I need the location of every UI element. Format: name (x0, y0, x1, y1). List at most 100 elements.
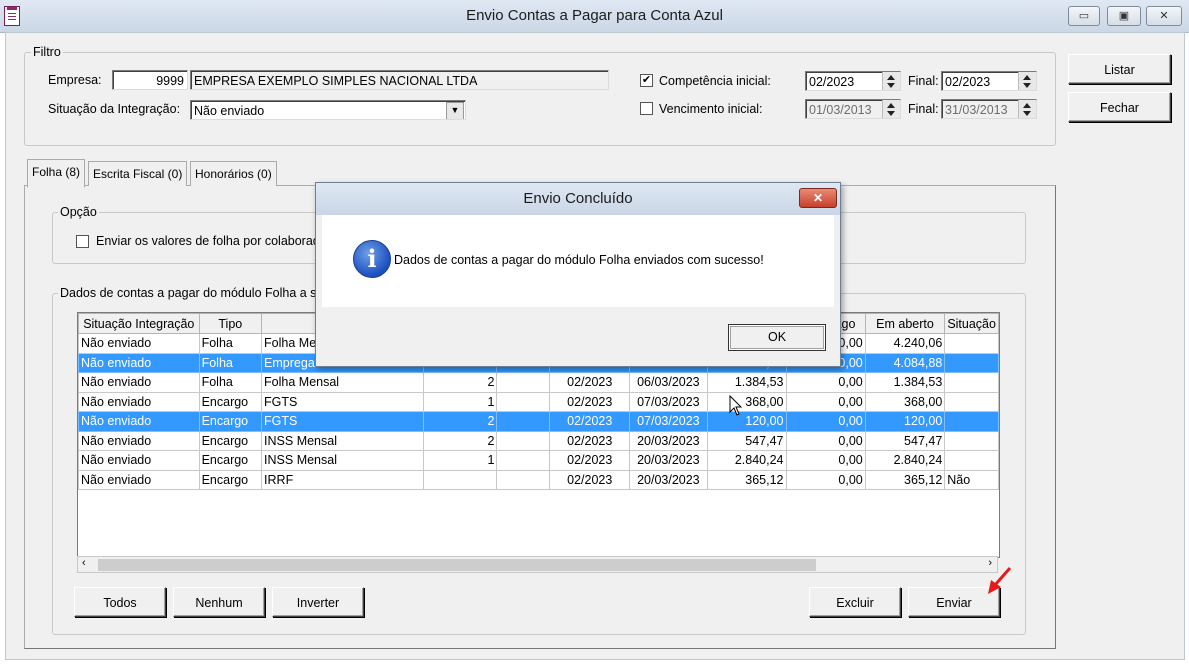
situacao-value: Não enviado (194, 104, 265, 118)
listar-button[interactable]: Listar (1068, 54, 1171, 84)
table-cell (944, 450, 999, 471)
table-cell: Encargo (198, 411, 263, 432)
table-cell: Não enviado (78, 450, 200, 471)
ok-button[interactable]: OK (728, 324, 826, 351)
inverter-button[interactable]: Inverter (272, 587, 364, 617)
chevron-down-icon[interactable]: ▼ (446, 102, 464, 119)
competencia-inicial-spinner[interactable] (882, 72, 900, 90)
info-icon: i (353, 240, 391, 278)
table-cell: 0,00 (785, 391, 866, 412)
horizontal-scrollbar[interactable]: ‹ › (77, 556, 998, 573)
table-cell: 2 (422, 411, 498, 432)
excluir-button[interactable]: Excluir (809, 587, 901, 617)
table-cell: IRRF (261, 469, 424, 490)
table-cell: 07/03/2023 (629, 391, 708, 412)
table-cell: 02/2023 (549, 411, 631, 432)
competencia-final-label: Final: (908, 74, 939, 88)
table-cell: Folha (198, 352, 263, 373)
table-row[interactable]: Não enviado Folha Folha Mensal 2 02/2023 06/0… (78, 372, 999, 393)
table-row[interactable]: Não enviado Encargo FGTS 2 02/2023 07/03/2023… (78, 411, 999, 432)
table-cell: 0,00 (785, 430, 866, 451)
table-cell: 365,12 (706, 469, 787, 490)
filtro-label: Filtro (31, 45, 63, 59)
situacao-select[interactable]: Não enviado ▼ (190, 100, 466, 120)
table-cell (422, 469, 498, 490)
table-row[interactable]: Não enviado Encargo INSS Mensal 1 02/2023 20/… (78, 450, 999, 471)
dialog-close-icon[interactable]: ✕ (799, 188, 837, 208)
enviar-por-colaborador-label: Enviar os valores de folha por colaborad… (96, 234, 331, 248)
table-cell: 4.084,88 (864, 352, 946, 373)
vencimento-final-label: Final: (908, 102, 939, 116)
table-cell (944, 430, 999, 451)
situacao-label: Situação da Integração: (48, 102, 181, 116)
table-cell (944, 411, 999, 432)
table-cell: Não enviado (78, 469, 200, 490)
table-row[interactable]: Não enviado Encargo IRRF 02/2023 20/03/2023 3… (78, 469, 999, 490)
table-cell: 20/03/2023 (629, 430, 708, 451)
empresa-code-input[interactable]: 9999 (112, 70, 188, 90)
envio-concluido-dialog: Envio Concluído ✕ i Dados de contas a pa… (315, 182, 841, 367)
table-cell: 02/2023 (549, 469, 631, 490)
fechar-button[interactable]: Fechar (1068, 92, 1171, 122)
table-cell: 20/03/2023 (629, 450, 708, 471)
tab-honorarios[interactable]: Honorários (0) (190, 161, 277, 186)
table-row[interactable]: Não enviado Encargo FGTS 1 02/2023 07/03/2023… (78, 391, 999, 412)
nenhum-button[interactable]: Nenhum (173, 587, 265, 617)
annotation-arrow-icon (988, 567, 1012, 594)
enviar-por-colaborador-checkbox[interactable] (76, 235, 89, 248)
column-header[interactable]: Situação (944, 313, 999, 334)
dialog-message: Dados de contas a pagar do módulo Folha … (394, 253, 764, 267)
vencimento-inicial-spinner[interactable] (882, 100, 900, 118)
opcao-label: Opção (58, 205, 99, 219)
table-cell: INSS Mensal (261, 430, 424, 451)
table-cell: 20/03/2023 (629, 469, 708, 490)
competencia-final-input[interactable]: 02/2023 (941, 71, 1037, 91)
filtro-group (24, 52, 1056, 146)
table-cell (496, 430, 551, 451)
scrollbar-thumb[interactable] (98, 559, 816, 571)
table-cell: Não enviado (78, 391, 200, 412)
table-cell: 07/03/2023 (629, 411, 708, 432)
vencimento-checkbox[interactable] (640, 102, 653, 115)
table-cell: Encargo (198, 469, 263, 490)
tab-folha[interactable]: Folha (8) (27, 159, 86, 188)
table-cell: 1 (422, 391, 498, 412)
table-cell: 2.840,24 (706, 450, 787, 471)
competencia-inicial-input[interactable]: 02/2023 (805, 71, 901, 91)
todos-button[interactable]: Todos (74, 587, 166, 617)
table-cell: 02/2023 (549, 450, 631, 471)
table-cell: 120,00 (706, 411, 787, 432)
vencimento-inicial-value: 01/03/2013 (809, 103, 872, 117)
table-cell: 120,00 (864, 411, 946, 432)
table-cell: Encargo (198, 450, 263, 471)
vencimento-inicial-input[interactable]: 01/03/2013 (805, 99, 901, 119)
table-cell (944, 352, 999, 373)
table-cell: 365,12 (864, 469, 946, 490)
table-cell: Não (944, 469, 999, 490)
table-cell: 547,47 (706, 430, 787, 451)
table-cell: 0,00 (785, 469, 866, 490)
vencimento-final-input[interactable]: 31/03/2013 (941, 99, 1037, 119)
table-cell: 0,00 (785, 411, 866, 432)
competencia-final-spinner[interactable] (1018, 72, 1036, 90)
table-cell: 02/2023 (549, 372, 631, 393)
maximize-icon[interactable]: ▣ (1107, 6, 1141, 26)
tab-escrita-fiscal[interactable]: Escrita Fiscal (0) (88, 161, 188, 186)
competencia-checkbox[interactable]: ✔ (640, 74, 653, 87)
table-cell: 368,00 (864, 391, 946, 412)
column-header[interactable]: Situação Integração (78, 313, 200, 334)
column-header[interactable]: Tipo (198, 313, 263, 334)
table-cell (496, 469, 551, 490)
minimize-icon[interactable]: ▭ (1068, 6, 1100, 26)
close-icon[interactable]: ✕ (1146, 6, 1182, 26)
vencimento-final-spinner[interactable] (1018, 100, 1036, 118)
table-cell (944, 372, 999, 393)
table-cell (496, 372, 551, 393)
table-cell: Não enviado (78, 352, 200, 373)
table-cell (944, 333, 999, 354)
table-cell: Folha (198, 333, 263, 354)
scroll-left-icon[interactable]: ‹ (82, 557, 86, 569)
table-cell (496, 450, 551, 471)
column-header[interactable]: Em aberto (864, 313, 946, 334)
table-row[interactable]: Não enviado Encargo INSS Mensal 2 02/2023 20/… (78, 430, 999, 451)
